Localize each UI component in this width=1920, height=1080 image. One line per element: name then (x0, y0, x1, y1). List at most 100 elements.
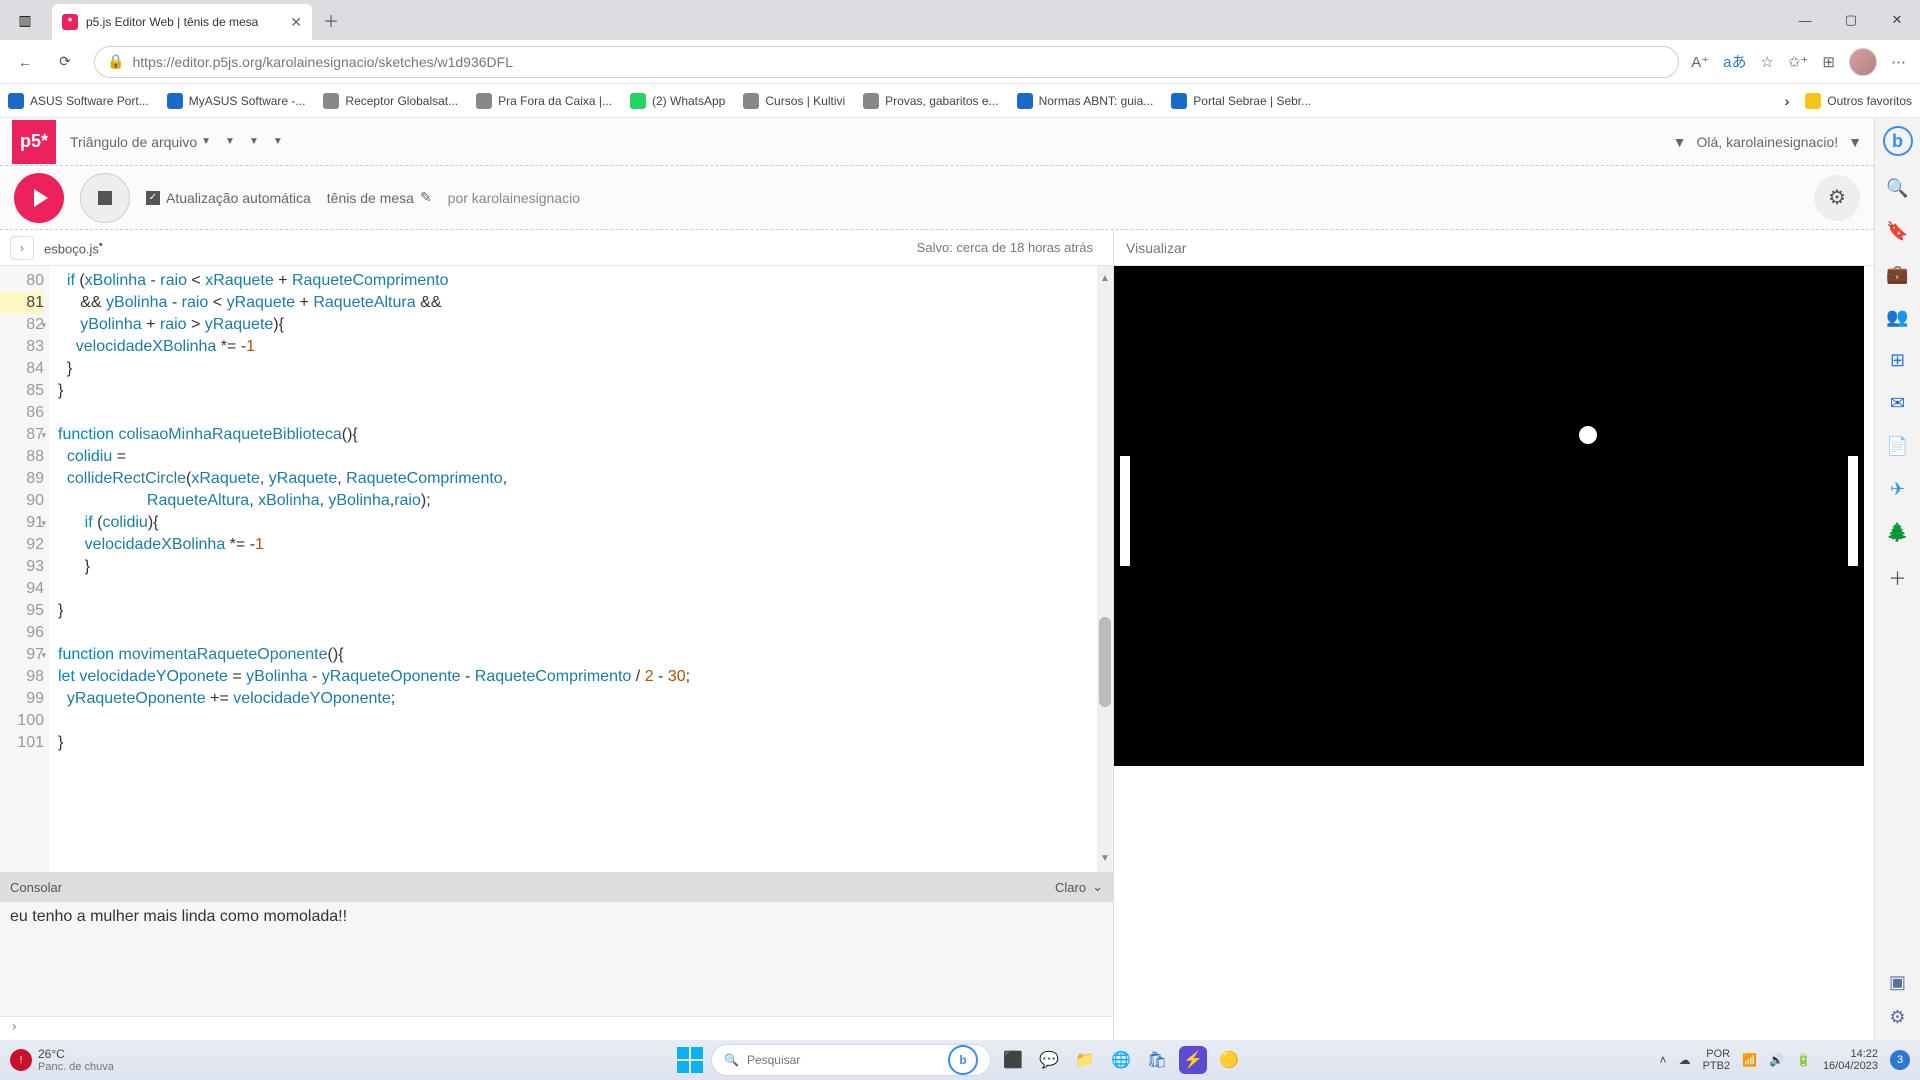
bookmark-icon (167, 93, 183, 109)
favorite-icon[interactable]: ☆ (1760, 53, 1773, 71)
battery-icon[interactable]: 🔋 (1796, 1053, 1811, 1067)
add-sidebar-icon[interactable]: ＋ (1889, 565, 1907, 591)
more-menu-icon[interactable]: ⋯ (1891, 53, 1906, 71)
byline: por karolainesignacio (448, 190, 580, 206)
edit-icon[interactable]: ✎ (420, 189, 432, 206)
bookmark-item[interactable]: Normas ABNT: guia... (1017, 93, 1154, 109)
start-button[interactable] (677, 1047, 703, 1073)
store-icon[interactable]: 🛍 (1143, 1046, 1171, 1074)
settings-button[interactable]: ⚙ (1814, 175, 1860, 221)
profile-avatar[interactable] (1849, 48, 1877, 76)
other-bookmarks[interactable]: Outros favoritos (1805, 93, 1912, 109)
back-button[interactable]: ← (8, 45, 42, 79)
bookmarks-overflow-icon[interactable]: › (1785, 93, 1790, 109)
preview-header: Visualizar (1114, 230, 1874, 266)
tree-icon[interactable]: 🌲 (1886, 522, 1908, 543)
bing-icon: b (948, 1045, 978, 1075)
p5-logo[interactable]: p5* (12, 120, 56, 164)
url-text: https://editor.p5js.org/karolainesignaci… (132, 54, 513, 70)
tab-actions-button[interactable]: ▥ (0, 0, 50, 40)
right-paddle (1848, 456, 1858, 566)
line-gutter: 8081828384858687888990919293949596979899… (0, 266, 50, 872)
weather-alert-badge: ! (10, 1049, 32, 1071)
url-input[interactable]: 🔒 https://editor.p5js.org/karolainesigna… (94, 46, 1679, 78)
volume-icon[interactable]: 🔊 (1769, 1053, 1784, 1067)
file-menu[interactable]: Triângulo de arquivo ▼ (70, 134, 211, 150)
bing-icon[interactable]: b (1883, 126, 1913, 156)
bookmark-item[interactable]: Pra Fora da Caixa |... (476, 93, 612, 109)
search-icon[interactable]: 🔍 (1886, 178, 1908, 199)
lock-icon: 🔒 (107, 53, 124, 70)
bookmark-item[interactable]: (2) WhatsApp (630, 93, 725, 109)
refresh-button[interactable]: ⟳ (48, 45, 82, 79)
send-icon[interactable]: ✈ (1890, 479, 1905, 500)
edge-icon[interactable]: 🌐 (1107, 1046, 1135, 1074)
menu-dropdown-3[interactable]: ▼ (249, 136, 259, 147)
sketch-canvas[interactable] (1114, 266, 1864, 766)
minimize-button[interactable]: ― (1782, 0, 1828, 40)
taskbar-search[interactable]: 🔍 Pesquisar b (711, 1044, 991, 1076)
bookmark-item[interactable]: Provas, gabaritos e... (863, 93, 998, 109)
menu-dropdown-4[interactable]: ▼ (273, 136, 283, 147)
console-theme-toggle[interactable]: Claro (1055, 880, 1086, 895)
close-window-button[interactable]: ✕ (1874, 0, 1920, 40)
bookmark-item[interactable]: Cursos | Kultivi (743, 93, 845, 109)
notifications-badge[interactable]: 3 (1890, 1050, 1910, 1070)
tools-icon[interactable]: 💼 (1886, 264, 1908, 285)
wifi-icon[interactable]: 📶 (1742, 1053, 1757, 1067)
bookmark-item[interactable]: MyASUS Software -... (167, 93, 306, 109)
bookmark-icon (323, 93, 339, 109)
sidebar-hide-icon[interactable]: ▣ (1889, 972, 1906, 993)
tray-overflow-icon[interactable]: ˄ (1660, 1053, 1667, 1067)
games-icon[interactable]: 👥 (1886, 307, 1908, 328)
browser-address-bar: ← ⟳ 🔒 https://editor.p5js.org/karolaines… (0, 40, 1920, 84)
reading-mode-icon[interactable]: A⁺ (1691, 53, 1709, 71)
chevron-down-icon[interactable]: ⌄ (1092, 879, 1103, 895)
bookmark-icon (630, 93, 646, 109)
bookmark-item[interactable]: ASUS Software Port... (8, 93, 149, 109)
console-input[interactable]: › (0, 1016, 1113, 1040)
account-dropdown[interactable]: ▼ (1848, 134, 1862, 150)
drop-icon[interactable]: 📄 (1886, 436, 1908, 457)
explorer-icon[interactable]: 📁 (1071, 1046, 1099, 1074)
app-icon[interactable]: ⚡ (1179, 1046, 1207, 1074)
bookmark-icon (8, 93, 24, 109)
checkbox-icon: ✓ (146, 191, 160, 205)
language-indicator[interactable]: PORPTB2 (1703, 1048, 1731, 1072)
filename-label[interactable]: esboço.js• (44, 239, 103, 256)
add-favorite-icon[interactable]: ✩⁺ (1788, 53, 1809, 71)
browser-tab[interactable]: * p5.js Editor Web | tênis de mesa ✕ (52, 4, 312, 40)
sidebar-toggle-button[interactable]: › (10, 236, 34, 260)
tab-title: p5.js Editor Web | tênis de mesa (86, 15, 282, 29)
sketch-name[interactable]: tênis de mesa ✎ (327, 189, 432, 206)
new-tab-button[interactable]: ＋ (316, 5, 346, 35)
play-button[interactable] (14, 173, 64, 223)
collections-icon[interactable]: ⊞ (1822, 53, 1835, 71)
bookmark-item[interactable]: Receptor Globalsat... (323, 93, 458, 109)
translate-icon[interactable]: aあ (1723, 51, 1746, 72)
sidebar-settings-icon[interactable]: ⚙ (1889, 1007, 1905, 1028)
chat-icon[interactable]: 💬 (1035, 1046, 1063, 1074)
menu-dropdown-2[interactable]: ▼ (225, 136, 235, 147)
office-icon[interactable]: ⊞ (1890, 350, 1905, 371)
language-dropdown[interactable]: ▼ (1673, 134, 1687, 150)
shopping-icon[interactable]: 🔖 (1886, 221, 1908, 242)
auto-update-toggle[interactable]: ✓ Atualização automática (146, 190, 311, 206)
weather-widget[interactable]: ! 26°C Panc. de chuva (10, 1047, 114, 1073)
stop-button[interactable] (80, 173, 130, 223)
bookmark-icon (863, 93, 879, 109)
code-editor[interactable]: 8081828384858687888990919293949596979899… (0, 266, 1113, 872)
onedrive-icon[interactable]: ☁ (1679, 1053, 1691, 1067)
clock[interactable]: 14:2216/04/2023 (1823, 1048, 1878, 1072)
vertical-scrollbar[interactable]: ▲▼ (1097, 266, 1113, 872)
file-header: › esboço.js• Salvo: cerca de 18 horas at… (0, 230, 1113, 266)
close-tab-icon[interactable]: ✕ (290, 14, 302, 31)
chrome-icon[interactable]: 🟡 (1215, 1046, 1243, 1074)
outlook-icon[interactable]: ✉ (1890, 393, 1905, 414)
code-text[interactable]: if (xBolinha - raio < xRaquete + Raquete… (50, 266, 1097, 872)
task-view-icon[interactable]: ⬛ (999, 1046, 1027, 1074)
windows-taskbar: ! 26°C Panc. de chuva 🔍 Pesquisar b ⬛ 💬 … (0, 1040, 1920, 1080)
ball (1579, 426, 1597, 444)
bookmark-item[interactable]: Portal Sebrae | Sebr... (1171, 93, 1311, 109)
maximize-button[interactable]: ▢ (1828, 0, 1874, 40)
